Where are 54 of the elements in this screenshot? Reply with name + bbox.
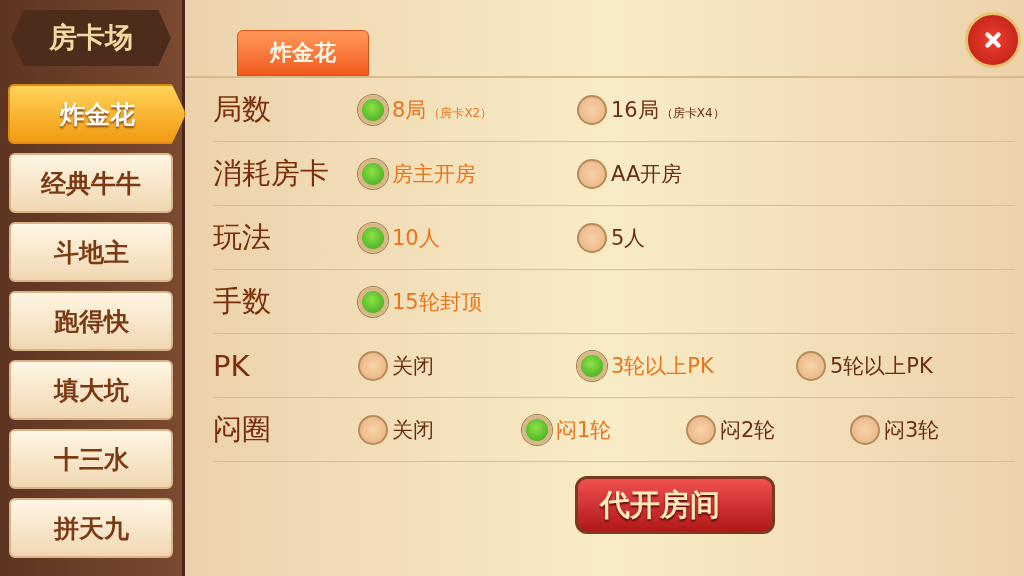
option-label: 15轮封顶 bbox=[392, 289, 482, 314]
option-label: 房主开房 bbox=[392, 161, 476, 186]
setting-label: 闷圈 bbox=[213, 410, 272, 448]
radio-button[interactable] bbox=[686, 414, 716, 445]
setting-label: PK bbox=[213, 348, 251, 383]
sidebar-title: 房卡场 bbox=[11, 10, 171, 66]
setting-label: 局数 bbox=[213, 90, 272, 128]
radio-option[interactable]: 16局（房卡X4） bbox=[577, 94, 796, 125]
radio-button[interactable] bbox=[577, 350, 607, 381]
close-button[interactable] bbox=[965, 12, 1021, 68]
radio-button[interactable] bbox=[358, 286, 388, 317]
option-label: 3轮以上PK bbox=[611, 353, 714, 378]
radio-option[interactable]: 关闭 bbox=[358, 350, 577, 381]
option-label: AA开房 bbox=[611, 161, 683, 186]
option-label: 闷2轮 bbox=[720, 417, 776, 442]
sidebar-item[interactable]: 拼天九 bbox=[9, 498, 173, 558]
radio-button[interactable] bbox=[522, 414, 552, 445]
radio-button[interactable] bbox=[796, 350, 826, 381]
option-note: （房卡X2） bbox=[428, 105, 493, 120]
radio-button[interactable] bbox=[577, 222, 607, 253]
radio-button[interactable] bbox=[577, 94, 607, 125]
radio-option[interactable]: 闷3轮 bbox=[850, 414, 1014, 445]
setting-label: 消耗房卡 bbox=[213, 154, 330, 192]
option-label: 10人 bbox=[392, 225, 440, 250]
radio-button[interactable] bbox=[358, 94, 388, 125]
radio-button[interactable] bbox=[358, 158, 388, 189]
option-label: 8局 bbox=[392, 97, 427, 122]
create-room-button[interactable]: 代开房间 bbox=[575, 476, 775, 534]
radio-button[interactable] bbox=[850, 414, 880, 445]
radio-button[interactable] bbox=[358, 414, 388, 445]
option-label: 关闭 bbox=[392, 353, 434, 378]
option-label: 闷3轮 bbox=[884, 417, 940, 442]
close-icon bbox=[982, 29, 1004, 51]
radio-option[interactable]: 5人 bbox=[577, 222, 796, 253]
radio-button[interactable] bbox=[358, 350, 388, 381]
radio-option[interactable]: 闷2轮 bbox=[686, 414, 850, 445]
radio-option[interactable]: AA开房 bbox=[577, 158, 796, 189]
setting-label: 玩法 bbox=[213, 218, 272, 256]
radio-button[interactable] bbox=[577, 158, 607, 189]
setting-label: 手数 bbox=[213, 282, 272, 320]
radio-button[interactable] bbox=[358, 222, 388, 253]
option-label: 16局 bbox=[611, 97, 659, 122]
option-note: （房卡X4） bbox=[660, 105, 725, 120]
sidebar-item[interactable]: 跑得快 bbox=[9, 291, 173, 351]
radio-option[interactable]: 5轮以上PK bbox=[796, 350, 1015, 381]
option-label: 关闭 bbox=[392, 417, 434, 442]
option-label: 5轮以上PK bbox=[830, 353, 933, 378]
radio-option[interactable]: 关闭 bbox=[358, 414, 522, 445]
option-label: 闷1轮 bbox=[556, 417, 612, 442]
option-label: 5人 bbox=[611, 225, 646, 250]
sidebar-item[interactable]: 斗地主 bbox=[9, 222, 173, 282]
sidebar-item[interactable]: 经典牛牛 bbox=[9, 153, 173, 213]
sidebar-item[interactable]: 填大坑 bbox=[9, 360, 173, 420]
sidebar-item[interactable]: 十三水 bbox=[9, 429, 173, 489]
